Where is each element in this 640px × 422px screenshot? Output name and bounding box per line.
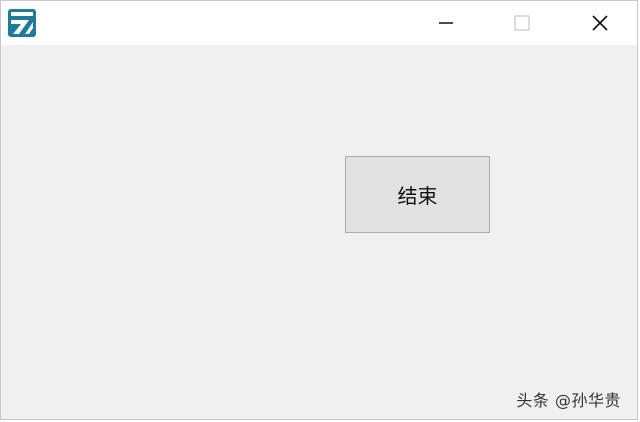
app-window: 结束 头条 @孙华贵 [0, 0, 638, 420]
maximize-button[interactable] [483, 1, 561, 45]
minimize-button[interactable] [407, 1, 485, 45]
end-button[interactable]: 结束 [345, 156, 490, 233]
close-icon [592, 15, 608, 31]
client-area: 结束 [1, 45, 637, 419]
end-button-label: 结束 [397, 184, 438, 208]
watermark: 头条 @孙华贵 [516, 391, 621, 410]
app-logo-icon [8, 9, 36, 37]
title-bar[interactable] [1, 1, 637, 45]
maximize-icon [514, 15, 530, 31]
close-button[interactable] [561, 1, 637, 45]
minimize-icon [439, 22, 453, 24]
